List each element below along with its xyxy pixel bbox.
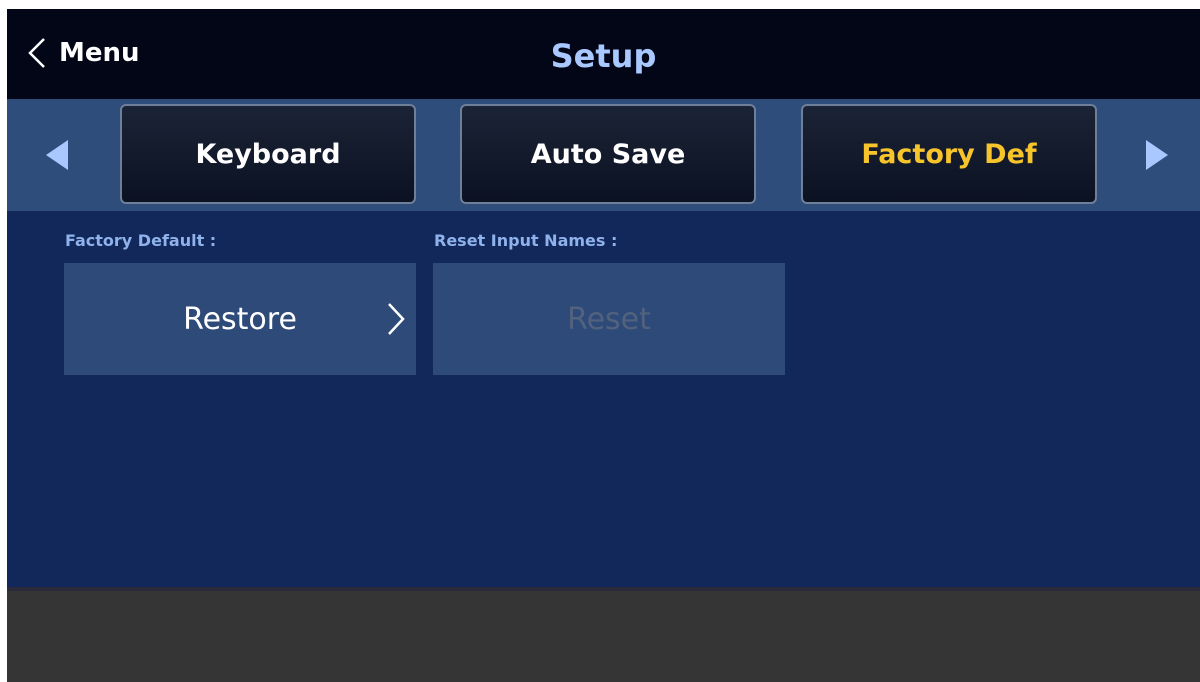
reset-button: Reset [433, 263, 785, 375]
header-bar: Menu Setup [7, 9, 1200, 99]
reset-input-names-label: Reset Input Names : [434, 231, 618, 250]
reset-button-label: Reset [567, 301, 651, 337]
tab-bar: Keyboard Auto Save Factory Def [7, 99, 1200, 211]
setup-screen: Menu Setup Keyboard Auto Save Factory De… [7, 9, 1200, 682]
page-title: Setup [550, 37, 657, 75]
footer-bar [7, 587, 1200, 682]
tab-auto-save[interactable]: Auto Save [460, 104, 756, 204]
triangle-left-icon[interactable] [37, 135, 77, 175]
factory-default-label: Factory Default : [65, 231, 217, 250]
tab-factory-def[interactable]: Factory Def [801, 104, 1097, 204]
triangle-right-icon[interactable] [1137, 135, 1177, 175]
tab-keyboard[interactable]: Keyboard [120, 104, 416, 204]
restore-button[interactable]: Restore [64, 263, 416, 375]
chevron-right-icon [388, 303, 405, 335]
restore-button-label: Restore [183, 301, 297, 337]
